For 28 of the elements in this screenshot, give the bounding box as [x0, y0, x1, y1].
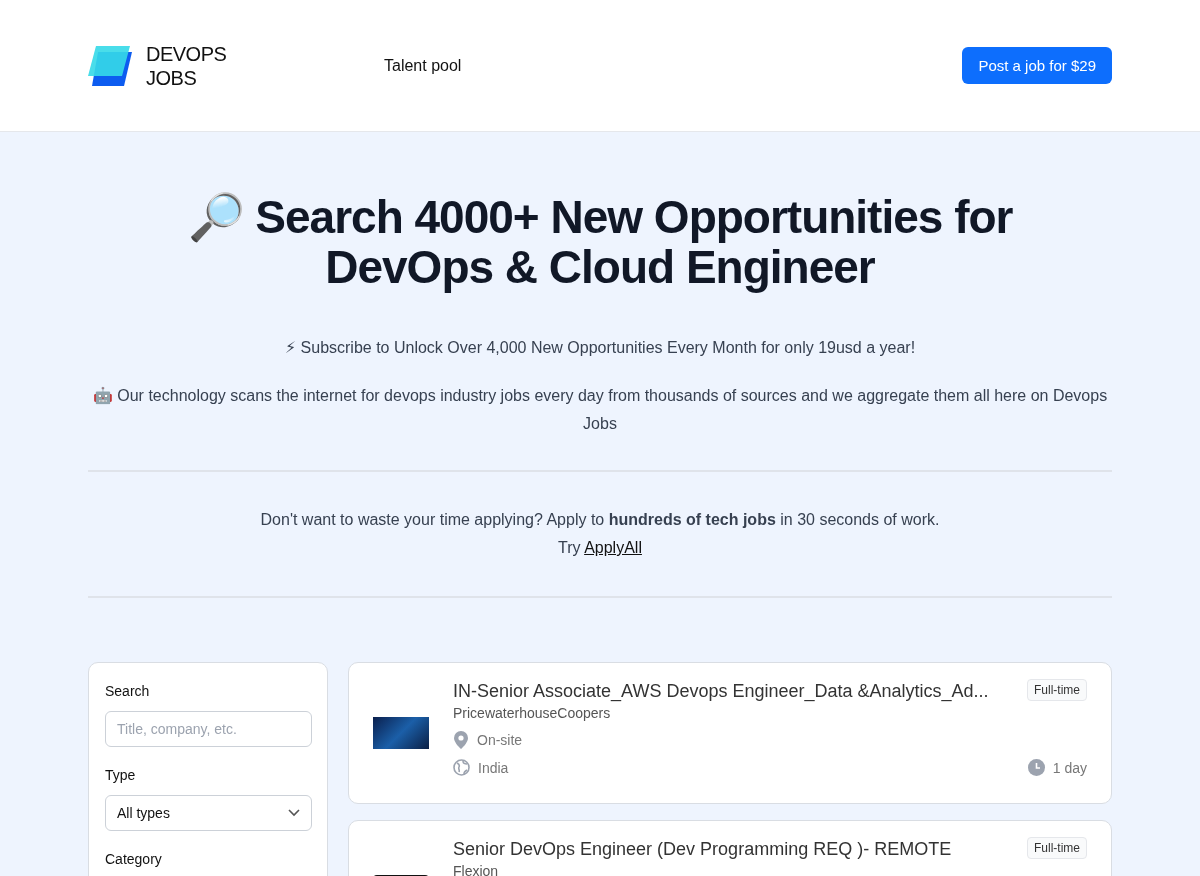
- type-dropdown[interactable]: All types: [105, 795, 312, 831]
- nav-link[interactable]: Talent pool: [384, 56, 462, 74]
- job-title[interactable]: Senior DevOps Engineer (Dev Programming REQ )- REMOTE: [453, 837, 1017, 861]
- company-name: Flexion: [453, 863, 500, 876]
- location-text: India: [478, 759, 509, 776]
- job-title[interactable]: IN-Senior Associate_AWS Devops Engineer_Data &Analytics_Ad...: [453, 679, 1017, 703]
- promo-text: Don't want to waste your time applying? Apply to hundreds of tech jobs in 30 seconds of work.: [259, 510, 941, 530]
- posted-time: 1 day: [1052, 759, 1087, 776]
- clock-icon: [1027, 759, 1045, 776]
- globe-icon: [453, 759, 470, 776]
- search-field[interactable]: Title, company, etc.: [105, 711, 312, 747]
- workplace-text: On-site: [477, 732, 523, 748]
- hero-title: 🔎 Search 4000+ New Opportunities for DevOps & Cloud Engineer: [186, 192, 1014, 292]
- post-job-button[interactable]: Post a job for $29: [962, 47, 1112, 84]
- company-logo-photo: [373, 717, 429, 749]
- type-label: Type: [105, 767, 137, 783]
- about-text: 🤖 Our technology scans the internet for devops industry jobs every day from thousands of sources and we aggregate them all here on Devops Jobs: [91, 386, 1109, 434]
- employment-type-tag: Full-time: [1027, 679, 1087, 701]
- applyall-link[interactable]: ApplyAll: [584, 539, 642, 556]
- search-label: Search: [105, 683, 151, 699]
- chevron-down-icon: [288, 809, 300, 817]
- employment-type-tag: Full-time: [1027, 837, 1087, 859]
- location-pin-icon: [453, 731, 469, 749]
- subscribe-text: ⚡ Subscribe to Unlock Over 4,000 New Opportunities Every Month for only 19usd a year!: [283, 338, 917, 358]
- company-name: PricewaterhouseCoopers: [453, 705, 612, 721]
- logo-text: DEVOPS JOBS: [146, 41, 227, 90]
- category-label: Category: [105, 851, 163, 867]
- try-text: Try: [558, 539, 581, 556]
